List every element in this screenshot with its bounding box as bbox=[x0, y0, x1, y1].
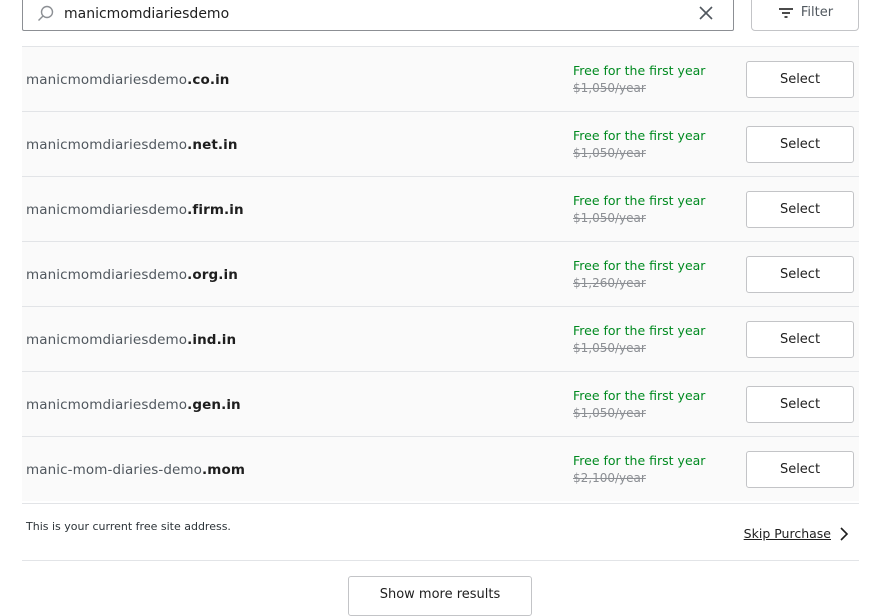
original-price: $1,050/year bbox=[573, 146, 646, 160]
select-button[interactable]: Select bbox=[746, 61, 854, 98]
search-bar: manicmomdiariesdemo Filter bbox=[22, 0, 859, 32]
filter-button[interactable]: Filter bbox=[751, 0, 859, 31]
select-button[interactable]: Select bbox=[746, 256, 854, 293]
free-price-label: Free for the first year bbox=[573, 63, 706, 78]
domain-name: manicmomdiariesdemo.net.in bbox=[26, 137, 238, 153]
select-button[interactable]: Select bbox=[746, 386, 854, 423]
domain-row: manicmomdiariesdemo.gen.in Free for the … bbox=[22, 371, 859, 436]
show-more-results-button[interactable]: Show more results bbox=[348, 576, 532, 616]
original-price: $1,050/year bbox=[573, 81, 646, 95]
select-button[interactable]: Select bbox=[746, 126, 854, 163]
domain-row: manicmomdiariesdemo.org.in Free for the … bbox=[22, 241, 859, 306]
free-site-row: This is your current free site address. … bbox=[22, 503, 859, 561]
domain-row: manic-mom-diaries-demo.mom Free for the … bbox=[22, 436, 859, 501]
free-price-label: Free for the first year bbox=[573, 453, 706, 468]
domain-name: manicmomdiariesdemo.org.in bbox=[26, 267, 238, 283]
domain-name: manicmomdiariesdemo.firm.in bbox=[26, 202, 244, 218]
domain-row: manicmomdiariesdemo.firm.in Free for the… bbox=[22, 176, 859, 241]
select-button[interactable]: Select bbox=[746, 451, 854, 488]
close-icon[interactable] bbox=[697, 4, 715, 22]
free-site-note: This is your current free site address. bbox=[26, 520, 231, 533]
domain-row: manicmomdiariesdemo.net.in Free for the … bbox=[22, 111, 859, 176]
free-price-label: Free for the first year bbox=[573, 388, 706, 403]
search-box[interactable]: manicmomdiariesdemo bbox=[22, 0, 734, 31]
domain-suggestion-list: manicmomdiariesdemo.co.in Free for the f… bbox=[22, 46, 859, 501]
free-price-label: Free for the first year bbox=[573, 128, 706, 143]
free-price-label: Free for the first year bbox=[573, 193, 706, 208]
skip-purchase-label: Skip Purchase bbox=[743, 526, 831, 541]
select-button[interactable]: Select bbox=[746, 321, 854, 358]
search-input[interactable]: manicmomdiariesdemo bbox=[64, 6, 229, 22]
domain-name: manicmomdiariesdemo.ind.in bbox=[26, 332, 237, 348]
search-icon bbox=[37, 5, 55, 23]
chevron-right-icon bbox=[840, 526, 849, 541]
domain-row: manicmomdiariesdemo.ind.in Free for the … bbox=[22, 306, 859, 371]
filter-label: Filter bbox=[800, 5, 834, 20]
original-price: $1,260/year bbox=[573, 276, 646, 290]
original-price: $1,050/year bbox=[573, 341, 646, 355]
domain-row: manicmomdiariesdemo.co.in Free for the f… bbox=[22, 46, 859, 111]
original-price: $1,050/year bbox=[573, 211, 646, 225]
skip-purchase-link[interactable]: Skip Purchase bbox=[744, 526, 849, 541]
domain-name: manicmomdiariesdemo.gen.in bbox=[26, 397, 241, 413]
filter-icon bbox=[778, 7, 793, 18]
free-price-label: Free for the first year bbox=[573, 258, 706, 273]
original-price: $2,100/year bbox=[573, 471, 646, 485]
select-button[interactable]: Select bbox=[746, 191, 854, 228]
domain-name: manic-mom-diaries-demo.mom bbox=[26, 462, 245, 478]
free-price-label: Free for the first year bbox=[573, 323, 706, 338]
domain-name: manicmomdiariesdemo.co.in bbox=[26, 72, 230, 88]
original-price: $1,050/year bbox=[573, 406, 646, 420]
